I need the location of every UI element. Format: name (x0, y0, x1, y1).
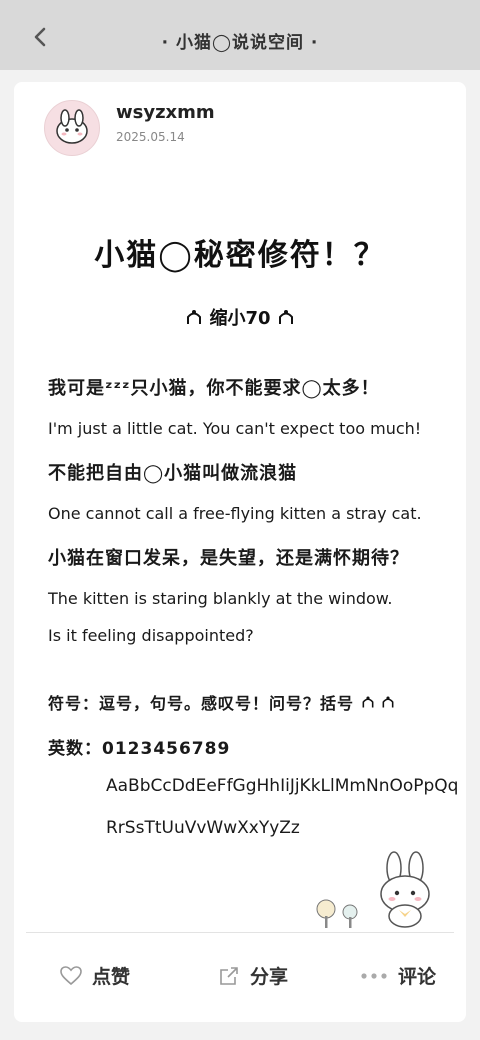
post-card: wsyzxmm 2025.05.14 小猫◯秘密修符！？ 缩小70 我可是ᶻᶻᶻ… (14, 82, 466, 1022)
top-bar: · 小猫◯说说空间 · (0, 0, 480, 70)
body-line: RrSsTtUuVvWwXxYyZz (106, 818, 300, 838)
post-title: 小猫◯秘密修符！？ (94, 238, 386, 273)
like-button[interactable]: 点赞 (60, 962, 130, 989)
body-line: 符号：逗号，句号。感叹号！问号？括号 (48, 690, 456, 714)
symbols-text: 符号：逗号，句号。感叹号！问号？括号 (48, 694, 355, 713)
bracket-icon (187, 310, 202, 324)
page-title: · 小猫◯说说空间 · (161, 33, 319, 53)
body-line: 英数：0123456789 (48, 739, 231, 759)
share-label: 分享 (250, 966, 289, 988)
body-line: 我可是ᶻᶻᶻ只小猫，你不能要求◯太多！ (48, 378, 380, 399)
body-line: 不能把自由◯小猫叫做流浪猫 (48, 463, 298, 484)
bunny-avatar-icon (56, 109, 88, 144)
body-line: I'm just a little cat. You can't expect … (48, 419, 422, 438)
post-date: 2025.05.14 (116, 130, 185, 144)
body-line: One cannot call a free-flying kitten a s… (48, 504, 422, 523)
body-line: AaBbCcDdEeFfGgHhIiJjKkLlMmNnOoPpQq (106, 776, 459, 796)
more-dots-icon (361, 972, 387, 979)
share-button[interactable]: 分享 (218, 962, 288, 989)
divider (26, 932, 454, 933)
bracket-icon (362, 696, 374, 708)
share-icon (220, 966, 238, 985)
subtitle-text: 缩小70 (209, 308, 271, 329)
bunny-illustration-icon (374, 850, 438, 934)
heart-icon (60, 965, 82, 985)
avatar[interactable] (44, 100, 100, 156)
like-label: 点赞 (92, 966, 131, 988)
body-line: Is it feeling disappointed? (48, 626, 254, 645)
bracket-icon (278, 310, 293, 324)
comment-button[interactable]: 评论 (360, 962, 436, 989)
trees-illustration-icon (314, 898, 364, 934)
body-line: The kitten is staring blankly at the win… (48, 589, 393, 608)
comment-label: 评论 (398, 966, 437, 988)
body-line: 小猫在窗口发呆，是失望，还是满怀期待？ (48, 548, 409, 569)
post-subtitle: 缩小70 (14, 304, 466, 330)
author-name[interactable]: wsyzxmm (116, 102, 215, 123)
bracket-icon (382, 696, 394, 708)
action-bar: 点赞 分享 评论 (14, 942, 466, 1012)
